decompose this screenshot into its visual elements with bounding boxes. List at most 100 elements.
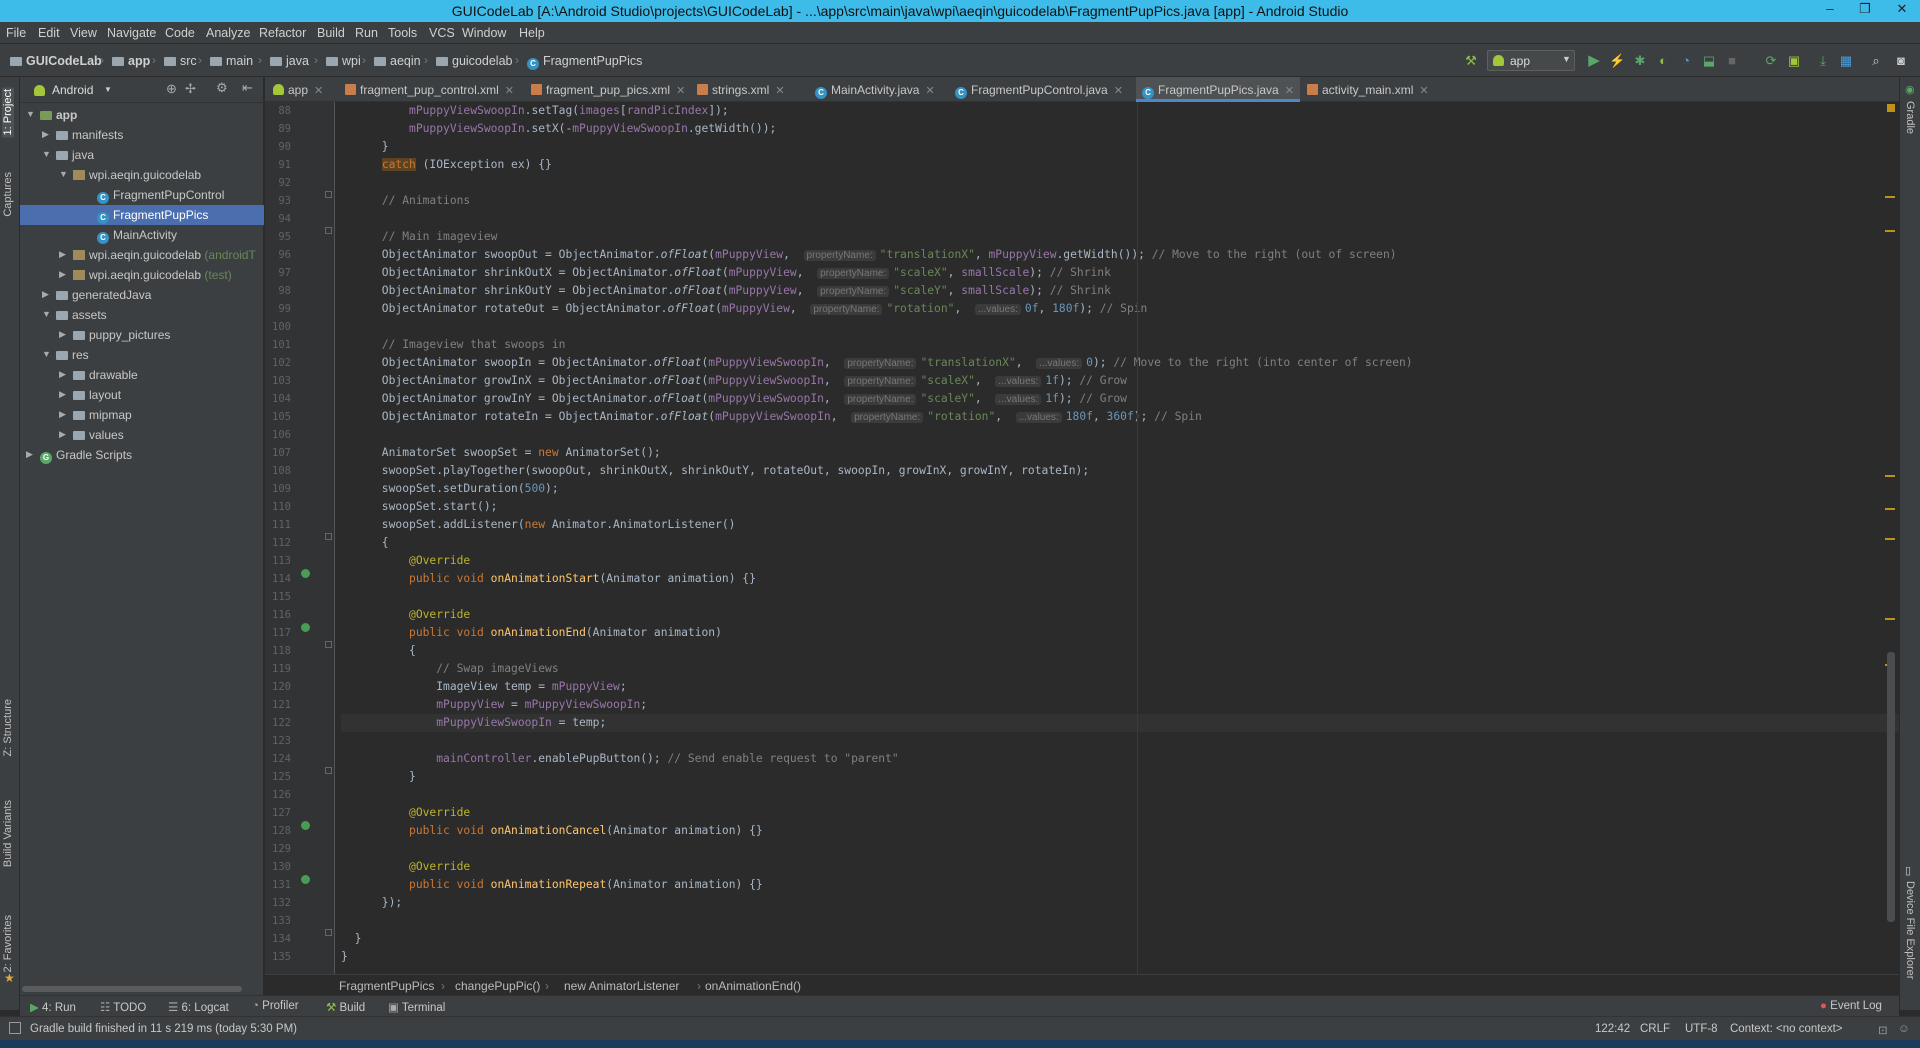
- tool-windows-toggle-icon[interactable]: [9, 1022, 21, 1034]
- collapse-arrow-icon[interactable]: ▶: [42, 289, 49, 300]
- favorites-tool-tab[interactable]: 2: Favorites: [2, 915, 14, 972]
- caret-position[interactable]: 122:42: [1595, 1023, 1630, 1035]
- profile-icon[interactable]: ◔: [1678, 53, 1694, 69]
- collapse-arrow-icon[interactable]: ▶: [59, 329, 66, 340]
- tab-fragmentpuppics-java[interactable]: C FragmentPupPics.java ✕: [1136, 77, 1300, 102]
- collapse-arrow-icon[interactable]: ▶: [59, 369, 66, 380]
- override-method-icon[interactable]: [301, 623, 310, 632]
- breadcrumb-anonymous-class[interactable]: new AnimatorListener: [564, 979, 679, 993]
- fold-marker-icon[interactable]: [325, 191, 332, 198]
- gear-icon[interactable]: ⚙: [216, 80, 228, 96]
- menu-navigate[interactable]: Navigate: [107, 26, 156, 40]
- warning-stripe[interactable]: [1885, 538, 1895, 540]
- expand-arrow-icon[interactable]: ▼: [42, 149, 51, 159]
- menu-file[interactable]: File: [6, 26, 26, 40]
- menu-window[interactable]: Window: [462, 26, 506, 40]
- nav-crumb-app[interactable]: app: [112, 54, 150, 68]
- user-icon[interactable]: ◙: [1893, 53, 1909, 69]
- menu-help[interactable]: Help: [519, 26, 545, 40]
- make-project-icon[interactable]: ⚒: [1463, 53, 1479, 69]
- tree-item-java[interactable]: ▼ java: [20, 145, 264, 165]
- coverage-icon[interactable]: ◐: [1655, 53, 1671, 69]
- tree-item-app[interactable]: ▼ app: [20, 105, 264, 125]
- collapse-arrow-icon[interactable]: ▶: [59, 429, 66, 440]
- tree-item-mipmap[interactable]: ▶ mipmap: [20, 405, 264, 425]
- project-structure-icon[interactable]: ▦: [1838, 53, 1854, 69]
- tab-fragmentpupcontrol-java[interactable]: C FragmentPupControl.java ✕: [955, 77, 1123, 102]
- inspector-icon[interactable]: ☺: [1898, 1023, 1910, 1035]
- override-method-icon[interactable]: [301, 821, 310, 830]
- attach-debugger-icon[interactable]: ⬓: [1701, 53, 1717, 69]
- status-message[interactable]: Gradle build finished in 11 s 219 ms (to…: [30, 1023, 297, 1035]
- build-variants-tool-tab[interactable]: Build Variants: [2, 800, 14, 867]
- menu-view[interactable]: View: [70, 26, 97, 40]
- close-icon[interactable]: ✕: [505, 85, 514, 97]
- gradle-tool-tab[interactable]: Gradle: [1904, 101, 1916, 134]
- warning-stripe[interactable]: [1885, 475, 1895, 477]
- maximize-button[interactable]: ❐: [1850, 1, 1880, 21]
- tree-item-fragmentpupcontrol[interactable]: C FragmentPupControl: [20, 185, 264, 205]
- sdk-manager-icon[interactable]: ⤓: [1815, 53, 1831, 69]
- nav-crumb-java[interactable]: java: [270, 54, 309, 68]
- menu-code[interactable]: Code: [165, 26, 195, 40]
- todo-tool-button[interactable]: ☷ TODO: [100, 1000, 146, 1014]
- device-file-explorer-tab[interactable]: Device File Explorer: [1904, 881, 1916, 979]
- tree-item-drawable[interactable]: ▶ drawable: [20, 365, 264, 385]
- warning-stripe[interactable]: [1885, 618, 1895, 620]
- tree-item-generatedjava[interactable]: ▶ generatedJava: [20, 285, 264, 305]
- structure-tool-tab[interactable]: Z: Structure: [2, 699, 14, 756]
- search-icon[interactable]: ⌕: [1868, 53, 1884, 69]
- line-separator[interactable]: CRLF: [1640, 1023, 1670, 1035]
- fold-marker-icon[interactable]: [325, 929, 332, 936]
- tree-item-manifests[interactable]: ▶ manifests: [20, 125, 264, 145]
- run-icon[interactable]: ▶: [1586, 53, 1602, 69]
- tab-app[interactable]: app ✕: [273, 77, 323, 102]
- nav-crumb-main[interactable]: main: [210, 54, 253, 68]
- expand-arrow-icon[interactable]: ▼: [26, 109, 35, 119]
- nav-crumb-class[interactable]: C FragmentPupPics: [527, 54, 642, 70]
- sync-gradle-icon[interactable]: ⟳: [1763, 53, 1779, 69]
- expand-arrow-icon[interactable]: ▼: [42, 309, 51, 319]
- tab-strings-xml[interactable]: strings.xml ✕: [697, 77, 785, 102]
- collapse-all-icon[interactable]: ✢: [185, 81, 196, 97]
- scroll-from-source-icon[interactable]: ⊕: [166, 81, 177, 97]
- close-icon[interactable]: ✕: [1114, 85, 1123, 97]
- tab-fragment-pup-pics-xml[interactable]: fragment_pup_pics.xml ✕: [531, 77, 685, 102]
- tab-mainactivity-java[interactable]: C MainActivity.java ✕: [815, 77, 935, 102]
- nav-crumb-guicodelab[interactable]: guicodelab: [436, 54, 512, 68]
- build-tool-button[interactable]: ⚒ Build: [326, 1000, 365, 1014]
- fold-marker-icon[interactable]: [325, 533, 332, 540]
- collapse-arrow-icon[interactable]: ▶: [59, 249, 66, 260]
- close-icon[interactable]: ✕: [1285, 85, 1294, 97]
- context-indicator[interactable]: Context: <no context>: [1730, 1023, 1843, 1035]
- run-tool-button[interactable]: ▶ 4: Run: [30, 1000, 76, 1014]
- close-icon[interactable]: ✕: [925, 85, 934, 97]
- tree-item-res[interactable]: ▼ res: [20, 345, 264, 365]
- nav-crumb-aeqin[interactable]: aeqin: [374, 54, 421, 68]
- avd-manager-icon[interactable]: ▣: [1786, 53, 1802, 69]
- override-method-icon[interactable]: [301, 875, 310, 884]
- warning-indicator[interactable]: [1887, 104, 1895, 112]
- tab-activity-main-xml[interactable]: activity_main.xml ✕: [1307, 77, 1429, 102]
- menu-vcs[interactable]: VCS: [429, 26, 455, 40]
- menu-tools[interactable]: Tools: [388, 26, 417, 40]
- profiler-tool-button[interactable]: ◔ Profiler: [252, 1000, 299, 1012]
- file-encoding[interactable]: UTF-8: [1685, 1023, 1718, 1035]
- breadcrumb-current-method[interactable]: onAnimationEnd(): [705, 979, 801, 993]
- tree-item-package-test[interactable]: ▶ wpi.aeqin.guicodelab (test): [20, 265, 264, 285]
- tree-item-package-androidtest[interactable]: ▶ wpi.aeqin.guicodelab (androidT: [20, 245, 264, 265]
- tree-item-gradle-scripts[interactable]: ▶ G Gradle Scripts: [20, 445, 264, 465]
- tree-item-layout[interactable]: ▶ layout: [20, 385, 264, 405]
- close-icon[interactable]: ✕: [775, 85, 784, 97]
- warning-stripe[interactable]: [1885, 196, 1895, 198]
- tree-item-package[interactable]: ▼ wpi.aeqin.guicodelab: [20, 165, 264, 185]
- tree-item-fragmentpuppics[interactable]: C FragmentPupPics: [20, 205, 264, 225]
- lock-icon[interactable]: ⊡: [1878, 1023, 1888, 1037]
- breadcrumb-class[interactable]: FragmentPupPics: [339, 979, 434, 993]
- expand-arrow-icon[interactable]: ▼: [42, 349, 51, 359]
- minimize-button[interactable]: –: [1815, 1, 1845, 21]
- menu-run[interactable]: Run: [355, 26, 378, 40]
- terminal-tool-button[interactable]: ▣ Terminal: [388, 1000, 445, 1014]
- collapse-arrow-icon[interactable]: ▶: [26, 449, 33, 460]
- menu-refactor[interactable]: Refactor: [259, 26, 306, 40]
